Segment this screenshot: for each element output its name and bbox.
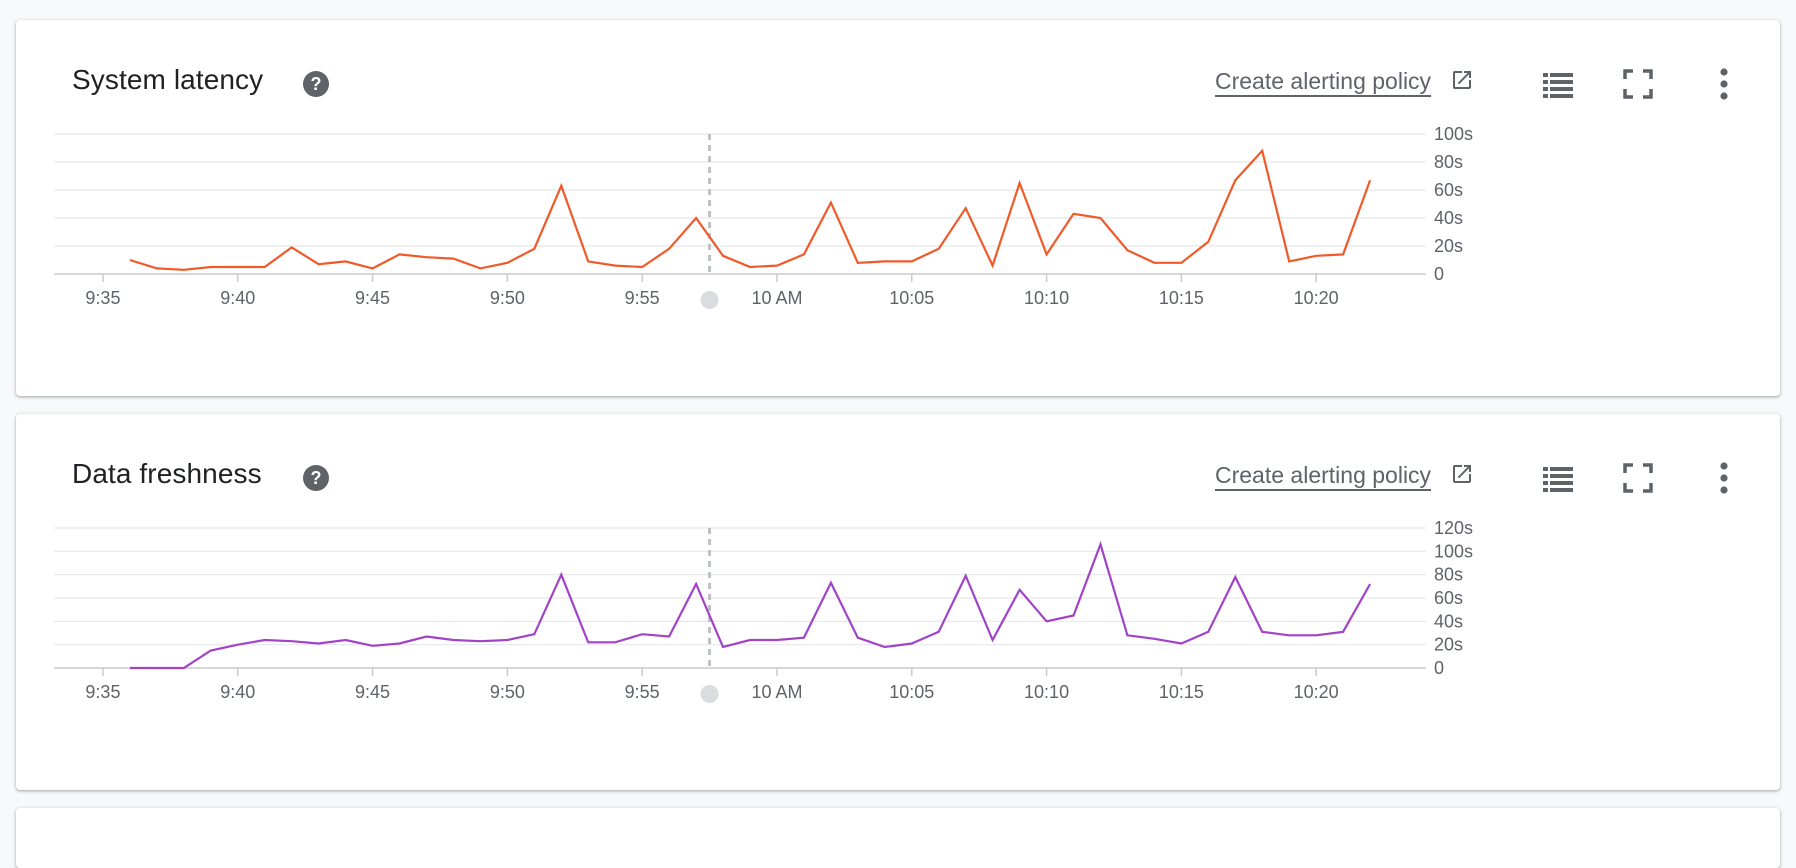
create-alerting-policy-link[interactable]: Create alerting policy: [1215, 462, 1431, 489]
data-freshness-chart[interactable]: 0 20s 40s 60s 80s 100s 120s 9:35 9:40 9:45 9:50 9:5…: [16, 514, 1780, 790]
x-tick-label: 9:50: [490, 682, 525, 702]
y-tick-label: 40s: [1434, 208, 1463, 228]
x-tick-label: 10:05: [889, 682, 934, 702]
help-circle-icon[interactable]: ?: [300, 462, 332, 494]
create-alerting-policy-link[interactable]: Create alerting policy: [1215, 68, 1431, 95]
y-tick-label: 60s: [1434, 180, 1463, 200]
open-in-new-icon[interactable]: [1450, 462, 1474, 486]
y-tick-label: 0: [1434, 264, 1444, 284]
card-title: Data freshness: [72, 458, 262, 489]
x-tick-label: 10:15: [1159, 288, 1204, 308]
x-tick-label: 9:45: [355, 682, 390, 702]
open-in-new-icon[interactable]: [1450, 68, 1474, 92]
x-tick-label: 10:10: [1024, 288, 1069, 308]
legend-list-icon[interactable]: [1540, 66, 1576, 102]
y-tick-label: 20s: [1434, 635, 1463, 655]
y-tick-label: 100s: [1434, 124, 1473, 144]
x-tick-label: 10 AM: [751, 288, 802, 308]
y-tick-label: 0: [1434, 658, 1444, 678]
more-vert-icon[interactable]: [1712, 460, 1736, 496]
x-tick-label: 9:55: [625, 682, 660, 702]
x-tick-label: 10:20: [1294, 288, 1339, 308]
time-marker-handle: [700, 291, 719, 309]
time-marker-handle: [700, 685, 719, 703]
x-tick-label: 10:05: [889, 288, 934, 308]
help-circle-icon[interactable]: ?: [300, 68, 332, 100]
data-freshness-card: Data freshness ? Create alerting policy …: [16, 414, 1780, 790]
x-tick-label: 10:20: [1294, 682, 1339, 702]
y-tick-label: 80s: [1434, 152, 1463, 172]
x-tick-label: 9:35: [85, 288, 120, 308]
fullscreen-icon[interactable]: [1620, 460, 1656, 496]
x-tick-label: 10 AM: [751, 682, 802, 702]
system-latency-chart[interactable]: 0 20s 40s 60s 80s 100s 9:35 9:40 9:45 9:50 9:55 10 …: [16, 120, 1780, 396]
series-line: [129, 540, 1372, 670]
x-tick-label: 10:10: [1024, 682, 1069, 702]
x-tick-label: 9:45: [355, 288, 390, 308]
x-tick-label: 9:40: [220, 682, 255, 702]
more-vert-icon[interactable]: [1712, 66, 1736, 102]
card-title: System latency: [72, 64, 264, 95]
y-tick-label: 80s: [1434, 565, 1463, 585]
next-card: [16, 808, 1780, 868]
system-latency-card: System latency ? Create alerting policy …: [16, 20, 1780, 396]
svg-text:?: ?: [311, 74, 322, 94]
y-tick-label: 120s: [1434, 518, 1473, 538]
y-tick-label: 40s: [1434, 611, 1463, 631]
x-tick-label: 9:50: [490, 288, 525, 308]
svg-text:?: ?: [311, 468, 322, 488]
legend-list-icon[interactable]: [1540, 460, 1576, 496]
x-tick-label: 9:55: [625, 288, 660, 308]
x-tick-label: 10:15: [1159, 682, 1204, 702]
x-tick-label: 9:40: [220, 288, 255, 308]
y-tick-label: 20s: [1434, 236, 1463, 256]
x-tick-label: 9:35: [85, 682, 120, 702]
y-tick-label: 100s: [1434, 541, 1473, 561]
fullscreen-icon[interactable]: [1620, 66, 1656, 102]
y-tick-label: 60s: [1434, 588, 1463, 608]
series-line: [129, 148, 1372, 271]
